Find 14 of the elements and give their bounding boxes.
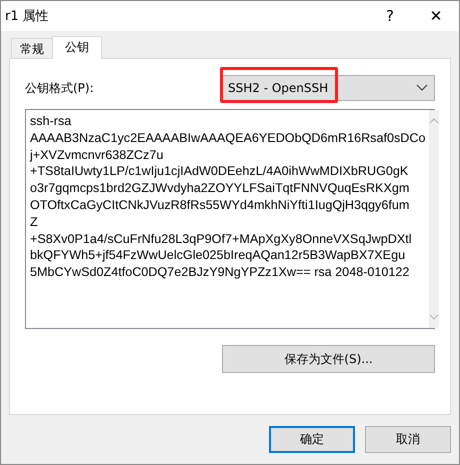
dialog-button[interactable]: 确定: [269, 426, 355, 453]
scroll-down-icon[interactable]: [429, 314, 440, 320]
tab[interactable]: 公钥: [52, 36, 102, 59]
caret-icon: [416, 84, 428, 92]
format-dropdown[interactable]: SSH2 - OpenSSH: [221, 75, 435, 101]
close-button[interactable]: ✕: [413, 7, 459, 25]
tab[interactable]: 常规: [11, 38, 53, 58]
window-title: r1 属性: [5, 8, 50, 25]
dialog-button[interactable]: 取消: [365, 426, 451, 453]
scrollbar[interactable]: [429, 110, 440, 328]
help-button[interactable]: ?: [367, 7, 413, 25]
scroll-up-icon[interactable]: [429, 118, 440, 124]
save-to-file-button[interactable]: 保存为文件(S)...: [222, 345, 435, 373]
format-label: 公钥格式(P):: [25, 80, 94, 96]
